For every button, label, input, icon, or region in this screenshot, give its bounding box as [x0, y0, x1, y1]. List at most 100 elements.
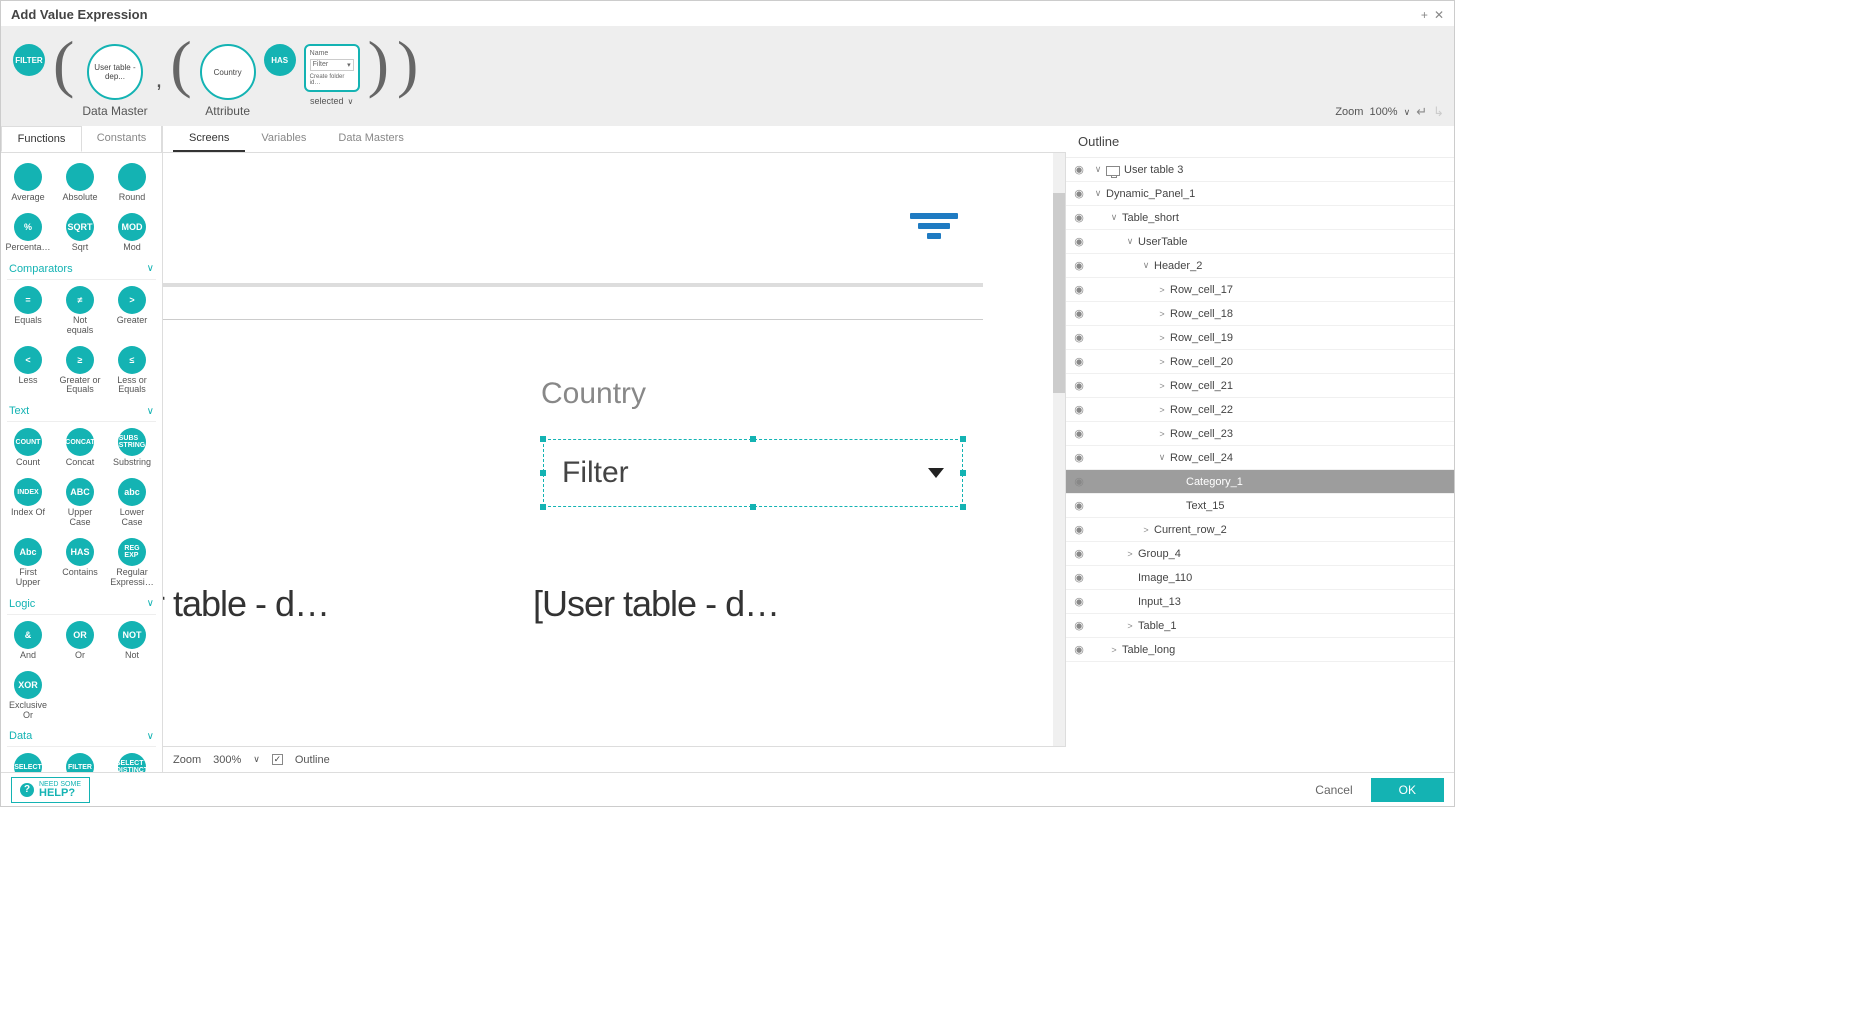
visibility-icon[interactable]: ◉ — [1066, 403, 1092, 416]
visibility-icon[interactable]: ◉ — [1066, 307, 1092, 320]
fn-item[interactable]: REG EXPRegular Expressi… — [111, 538, 153, 588]
fn-item[interactable]: INDEXIndex Of — [7, 478, 49, 528]
outline-tree[interactable]: ◉∨User table 3◉∨Dynamic_Panel_1◉∨Table_s… — [1066, 158, 1454, 772]
tree-row[interactable]: ◉Category_1 — [1066, 470, 1454, 494]
fn-group-title[interactable]: Comparators∨ — [7, 257, 156, 280]
expander-icon[interactable]: > — [1108, 645, 1120, 655]
visibility-icon[interactable]: ◉ — [1066, 427, 1092, 440]
visibility-icon[interactable]: ◉ — [1066, 451, 1092, 464]
functions-list[interactable]: AverageAbsoluteRound%Percenta…SQRTSqrtMO… — [1, 153, 162, 772]
fn-item[interactable]: XORExclusive Or — [7, 671, 49, 721]
ok-button[interactable]: OK — [1371, 778, 1444, 802]
fn-item[interactable]: MODMod — [111, 213, 153, 253]
tab-constants[interactable]: Constants — [82, 126, 162, 152]
fn-group-title[interactable]: Text∨ — [7, 399, 156, 422]
tab-data-masters[interactable]: Data Masters — [322, 126, 419, 152]
visibility-icon[interactable]: ◉ — [1066, 331, 1092, 344]
fn-item[interactable]: <Less — [7, 346, 49, 396]
visibility-icon[interactable]: ◉ — [1066, 283, 1092, 296]
tree-row[interactable]: ◉>Group_4 — [1066, 542, 1454, 566]
tree-row[interactable]: ◉>Table_1 — [1066, 614, 1454, 638]
fn-group-title[interactable]: Data∨ — [7, 724, 156, 747]
selected-dropdown[interactable]: selected ∨ — [310, 96, 353, 106]
fn-item[interactable]: abcLower Case — [111, 478, 153, 528]
fn-item[interactable]: Round — [111, 163, 153, 203]
expander-icon[interactable]: > — [1156, 405, 1168, 415]
tree-row[interactable]: ◉∨Row_cell_24 — [1066, 446, 1454, 470]
expander-icon[interactable]: > — [1156, 285, 1168, 295]
fn-item[interactable]: ABCUpper Case — [59, 478, 101, 528]
tree-row[interactable]: ◉∨Header_2 — [1066, 254, 1454, 278]
expander-icon[interactable]: ∨ — [1124, 236, 1136, 247]
fn-item[interactable]: SUBS STRINGSubstring — [111, 428, 153, 468]
expander-icon[interactable]: ∨ — [1156, 452, 1168, 463]
fn-item[interactable]: SELECT — [7, 753, 49, 772]
tab-screens[interactable]: Screens — [173, 126, 245, 152]
scrollbar-vertical[interactable] — [1053, 153, 1065, 746]
fn-item[interactable]: OROr — [59, 621, 101, 661]
expander-icon[interactable]: ∨ — [1092, 188, 1104, 199]
chevron-down-icon[interactable]: ∨ — [253, 754, 260, 765]
visibility-icon[interactable]: ◉ — [1066, 379, 1092, 392]
expander-icon[interactable]: ∨ — [1108, 212, 1120, 223]
expander-icon[interactable]: ∨ — [1092, 164, 1104, 175]
tree-row[interactable]: ◉>Row_cell_22 — [1066, 398, 1454, 422]
tree-row[interactable]: ◉>Current_row_2 — [1066, 518, 1454, 542]
expander-icon[interactable]: > — [1124, 621, 1136, 631]
fn-item[interactable]: SELECT DISTINCT — [111, 753, 153, 772]
visibility-icon[interactable]: ◉ — [1066, 643, 1092, 656]
fn-item[interactable]: =Equals — [7, 286, 49, 336]
tree-row[interactable]: ◉Input_13 — [1066, 590, 1454, 614]
tree-row[interactable]: ◉>Row_cell_17 — [1066, 278, 1454, 302]
chevron-down-icon[interactable]: ∨ — [1404, 107, 1411, 118]
zoom-value[interactable]: 100% — [1369, 106, 1397, 118]
close-icon[interactable]: ✕ — [1434, 8, 1444, 22]
fn-item[interactable]: CONCATConcat — [59, 428, 101, 468]
outline-checkbox[interactable]: ✓ — [272, 754, 283, 765]
fn-item[interactable]: &And — [7, 621, 49, 661]
redo-icon[interactable]: ↳ — [1433, 104, 1444, 120]
tree-row[interactable]: ◉>Row_cell_19 — [1066, 326, 1454, 350]
tab-variables[interactable]: Variables — [245, 126, 322, 152]
expander-icon[interactable]: > — [1156, 429, 1168, 439]
tree-row[interactable]: ◉>Row_cell_18 — [1066, 302, 1454, 326]
tree-row[interactable]: ◉>Row_cell_23 — [1066, 422, 1454, 446]
canvas[interactable]: Country Filter — [163, 153, 1066, 746]
visibility-icon[interactable]: ◉ — [1066, 547, 1092, 560]
tree-row[interactable]: ◉∨Table_short — [1066, 206, 1454, 230]
visibility-icon[interactable]: ◉ — [1066, 187, 1092, 200]
tree-row[interactable]: ◉∨User table 3 — [1066, 158, 1454, 182]
visibility-icon[interactable]: ◉ — [1066, 523, 1092, 536]
fn-item[interactable]: HASContains — [59, 538, 101, 588]
fn-item[interactable]: Average — [7, 163, 49, 203]
visibility-icon[interactable]: ◉ — [1066, 211, 1092, 224]
tree-row[interactable]: ◉Image_110 — [1066, 566, 1454, 590]
visibility-icon[interactable]: ◉ — [1066, 235, 1092, 248]
filter-pill[interactable]: FILTER — [13, 44, 45, 76]
tree-row[interactable]: ◉∨UserTable — [1066, 230, 1454, 254]
fn-item[interactable]: NOTNot — [111, 621, 153, 661]
fn-item[interactable]: %Percenta… — [7, 213, 49, 253]
fn-item[interactable]: AbcFirst Upper — [7, 538, 49, 588]
visibility-icon[interactable]: ◉ — [1066, 499, 1092, 512]
tree-row[interactable]: ◉∨Dynamic_Panel_1 — [1066, 182, 1454, 206]
add-icon[interactable]: + — [1421, 8, 1428, 22]
value-box[interactable]: Name Filter▾ Create folder id… — [304, 44, 360, 92]
expander-icon[interactable]: > — [1156, 309, 1168, 319]
tree-row[interactable]: ◉Text_15 — [1066, 494, 1454, 518]
tab-functions[interactable]: Functions — [1, 126, 82, 152]
fn-item[interactable]: ≠Not equals — [59, 286, 101, 336]
fn-item[interactable]: COUNTCount — [7, 428, 49, 468]
visibility-icon[interactable]: ◉ — [1066, 475, 1092, 488]
help-button[interactable]: ? NEED SOME HELP? — [11, 777, 90, 803]
expander-icon[interactable]: > — [1156, 333, 1168, 343]
cancel-button[interactable]: Cancel — [1307, 779, 1360, 801]
visibility-icon[interactable]: ◉ — [1066, 259, 1092, 272]
visibility-icon[interactable]: ◉ — [1066, 163, 1092, 176]
expander-icon[interactable]: > — [1156, 381, 1168, 391]
zoom-value-canvas[interactable]: 300% — [213, 754, 241, 766]
visibility-icon[interactable]: ◉ — [1066, 619, 1092, 632]
attribute-slot[interactable]: Country — [200, 44, 256, 100]
visibility-icon[interactable]: ◉ — [1066, 355, 1092, 368]
fn-item[interactable]: ≥Greater or Equals — [59, 346, 101, 396]
